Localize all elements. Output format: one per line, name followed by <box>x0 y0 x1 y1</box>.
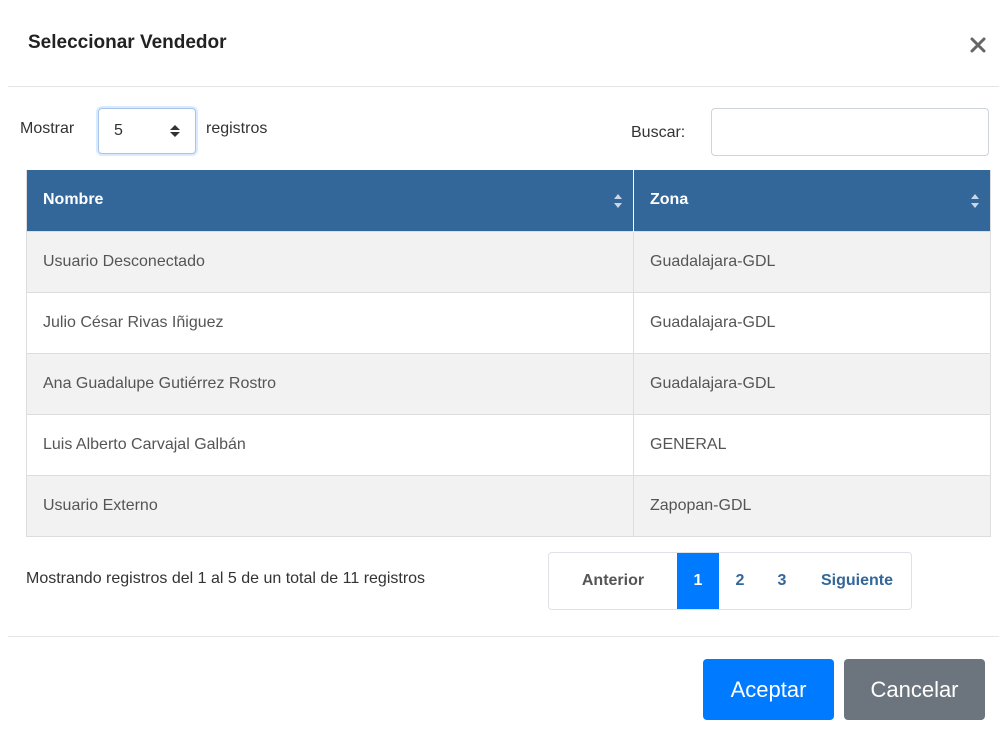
table-row[interactable]: Usuario Desconectado Guadalajara-GDL <box>26 230 991 292</box>
close-icon[interactable] <box>967 34 989 56</box>
sellers-table: Nombre Zona Usuario Desconectado Guadala… <box>26 170 991 537</box>
column-header-nombre[interactable]: Nombre <box>26 170 634 231</box>
pagination-previous[interactable]: Anterior <box>549 553 677 609</box>
select-seller-modal: Seleccionar Vendedor Mostrar 5 registros… <box>8 8 999 734</box>
table-header-row: Nombre Zona <box>26 170 991 231</box>
table-row[interactable]: Luis Alberto Carvajal Galbán GENERAL <box>26 413 991 475</box>
column-header-label: Nombre <box>43 191 104 209</box>
modal-footer: Aceptar Cancelar <box>8 636 999 735</box>
cell-nombre: Usuario Desconectado <box>26 230 634 292</box>
pagination-next[interactable]: Siguiente <box>803 553 911 609</box>
page-length-value: 5 <box>114 122 123 139</box>
table-info: Mostrando registros del 1 al 5 de un tot… <box>26 570 426 587</box>
cell-zona: Guadalajara-GDL <box>633 352 991 414</box>
select-arrows-icon <box>169 123 181 144</box>
table-row[interactable]: Julio César Rivas Iñiguez Guadalajara-GD… <box>26 291 991 353</box>
pagination-page-1[interactable]: 1 <box>677 553 719 609</box>
table-row[interactable]: Usuario Externo Zapopan-GDL <box>26 474 991 536</box>
cell-zona: Guadalajara-GDL <box>633 230 991 292</box>
column-header-zona[interactable]: Zona <box>633 170 991 231</box>
cell-nombre: Luis Alberto Carvajal Galbán <box>26 413 634 475</box>
accept-button[interactable]: Aceptar <box>703 659 834 720</box>
pagination-page-3[interactable]: 3 <box>761 553 803 609</box>
cell-zona: Zapopan-GDL <box>633 474 991 536</box>
modal-header: Seleccionar Vendedor <box>8 8 999 87</box>
cell-zona: Guadalajara-GDL <box>633 291 991 353</box>
cancel-button[interactable]: Cancelar <box>844 659 985 720</box>
cell-nombre: Ana Guadalupe Gutiérrez Rostro <box>26 352 634 414</box>
pagination: Anterior 1 2 3 Siguiente <box>548 552 912 610</box>
modal-title: Seleccionar Vendedor <box>28 32 227 53</box>
column-header-label: Zona <box>650 191 689 209</box>
page-length-select[interactable]: 5 <box>98 108 196 154</box>
cell-nombre: Julio César Rivas Iñiguez <box>26 291 634 353</box>
records-label: registros <box>206 120 268 137</box>
pagination-page-2[interactable]: 2 <box>719 553 761 609</box>
search-input[interactable] <box>711 108 989 156</box>
table-row[interactable]: Ana Guadalupe Gutiérrez Rostro Guadalaja… <box>26 352 991 414</box>
search-label: Buscar: <box>631 124 686 141</box>
sort-icon <box>613 193 623 214</box>
sort-icon <box>970 193 980 214</box>
show-label: Mostrar <box>20 120 75 137</box>
cell-zona: GENERAL <box>633 413 991 475</box>
cell-nombre: Usuario Externo <box>26 474 634 536</box>
